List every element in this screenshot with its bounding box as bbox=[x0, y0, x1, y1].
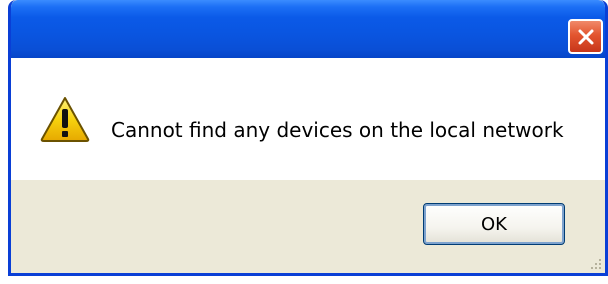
warning-icon bbox=[40, 97, 90, 142]
dialog-body: Cannot find any devices on the local net… bbox=[11, 58, 605, 180]
close-icon bbox=[578, 29, 593, 44]
dialog-message: Cannot find any devices on the local net… bbox=[111, 118, 564, 142]
message-dialog: Cannot find any devices on the local net… bbox=[8, 0, 608, 276]
ok-button[interactable]: OK bbox=[423, 203, 565, 245]
resize-grip-icon[interactable] bbox=[588, 256, 602, 270]
close-button[interactable] bbox=[568, 19, 603, 54]
title-bar[interactable] bbox=[11, 0, 605, 58]
button-area: OK bbox=[11, 180, 605, 273]
